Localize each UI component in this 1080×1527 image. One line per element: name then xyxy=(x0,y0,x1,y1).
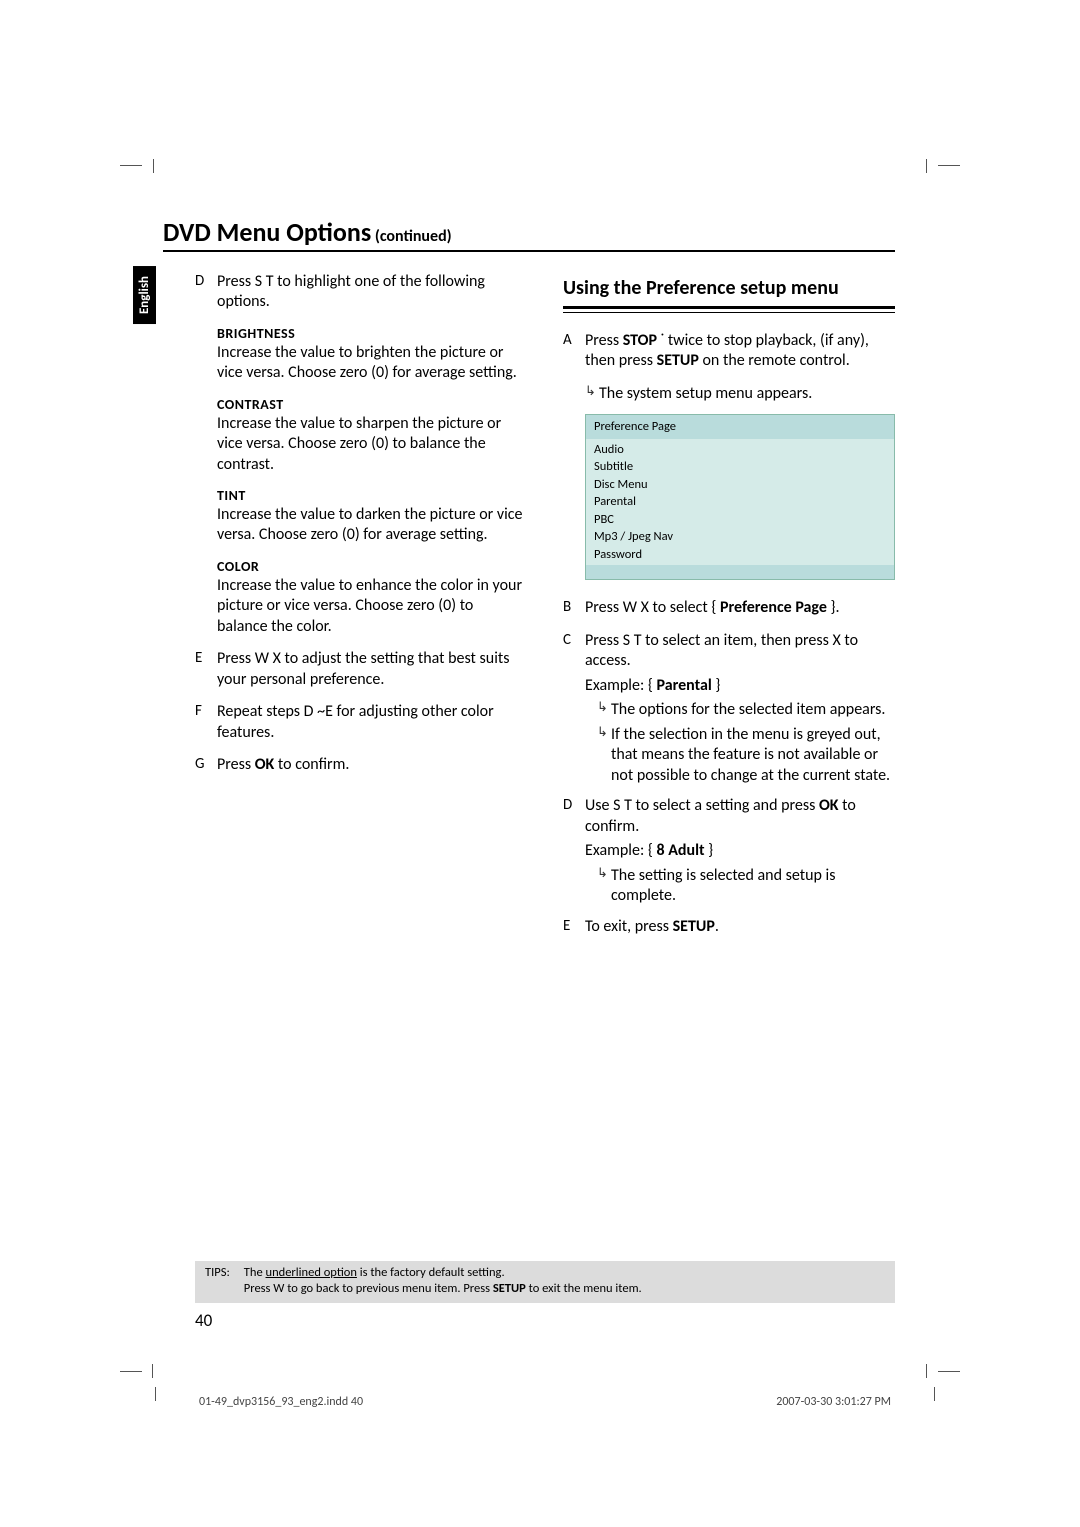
step-e-right: To exit, press SETUP. xyxy=(563,917,895,937)
option-text: Increase the value to brighten the pictu… xyxy=(217,343,527,384)
imprint-line: 01-49_dvp3156_93_eng2.indd 40 2007-03-30… xyxy=(195,1395,895,1409)
menu-item: Disc Menu xyxy=(594,476,894,494)
option-text: Increase the value to darken the picture… xyxy=(217,505,527,546)
example-line: Example: { 8 Adult } xyxy=(563,841,895,861)
txt-bold: OK xyxy=(819,796,839,815)
imprint-file: 01-49_dvp3156_93_eng2.indd 40 xyxy=(199,1395,363,1409)
crop-mark xyxy=(938,1371,960,1372)
crop-mark xyxy=(934,1387,935,1401)
result-line: The setting is selected and setup is com… xyxy=(563,866,895,907)
option-heading: TINT xyxy=(217,487,527,505)
txt: Press W to go back to previous menu item… xyxy=(244,1281,493,1296)
step-b: Press W X to select { Preference Page }. xyxy=(563,598,895,618)
option-heading: CONTRAST xyxy=(217,396,527,414)
example-line: Example: { Parental } xyxy=(563,676,895,696)
page-title-continued: (continued) xyxy=(375,227,452,246)
txt: D xyxy=(304,702,314,721)
txt: Use S T to select a setting and press xyxy=(585,796,819,815)
txt: . xyxy=(715,917,719,936)
txt-bold: Parental xyxy=(656,676,711,695)
menu-footer xyxy=(586,565,894,579)
crop-mark xyxy=(120,165,142,166)
tips-body: The underlined option is the factory def… xyxy=(244,1265,885,1298)
txt: Example: { xyxy=(585,841,656,860)
menu-item: Parental xyxy=(594,493,894,511)
menu-title: Preference Page xyxy=(586,415,894,439)
option-text: Increase the value to sharpen the pictur… xyxy=(217,414,527,475)
txt: }. xyxy=(827,598,840,617)
txt-bold: 8 Adult xyxy=(656,841,704,860)
option-brightness: BRIGHTNESS Increase the value to brighte… xyxy=(195,325,527,384)
rule xyxy=(563,306,895,309)
language-tab: English xyxy=(133,266,156,324)
step-c: Press S T to select an item, then press … xyxy=(563,631,895,672)
step-f: Repeat steps D ~E for adjusting other co… xyxy=(195,702,527,743)
txt: Press W X to select { xyxy=(585,598,720,617)
menu-item: Mp3 / Jpeg Nav xyxy=(594,528,894,546)
txt-bold: SETUP xyxy=(673,917,715,936)
option-contrast: CONTRAST Increase the value to sharpen t… xyxy=(195,396,527,475)
result-line: The system setup menu appears. xyxy=(563,384,895,404)
section-title: Using the Preference setup menu xyxy=(563,276,895,300)
right-column: Using the Preference setup menu Press ST… xyxy=(563,272,895,949)
option-text: Increase the value to enhance the color … xyxy=(217,576,527,637)
txt: } xyxy=(712,676,721,695)
txt: } xyxy=(705,841,714,860)
txt: ~ xyxy=(314,702,326,721)
tips-box: TIPS: The underlined option is the facto… xyxy=(195,1261,895,1304)
txt: Press S T to select an item, then press … xyxy=(585,631,858,670)
txt-bold: STOP xyxy=(623,331,657,350)
rule xyxy=(563,312,895,313)
txt: Example: { xyxy=(585,676,656,695)
tips-label: TIPS: xyxy=(205,1265,230,1298)
page-title: DVD Menu Options xyxy=(163,216,371,248)
txt: to exit the menu item. xyxy=(526,1281,642,1296)
step-g: Press OK to confirm. xyxy=(195,755,527,775)
txt: on the remote control. xyxy=(699,351,850,370)
txt: Press xyxy=(585,331,623,350)
option-heading: COLOR xyxy=(217,558,527,576)
option-heading: BRIGHTNESS xyxy=(217,325,527,343)
step-e: Press W X to adjust the setting that bes… xyxy=(195,649,527,690)
step-a: Press STOP ˙ twice to stop playback, (if… xyxy=(563,331,895,372)
preference-menu-screenshot: Preference Page Audio Subtitle Disc Menu… xyxy=(585,414,895,580)
txt-bold: OK xyxy=(255,755,275,774)
txt: The xyxy=(244,1265,266,1280)
option-color: COLOR Increase the value to enhance the … xyxy=(195,558,527,637)
txt: Press xyxy=(217,755,255,774)
menu-item: Subtitle xyxy=(594,458,894,476)
step-d-right: Use S T to select a setting and press OK… xyxy=(563,796,895,837)
imprint-timestamp: 2007-03-30 3:01:27 PM xyxy=(776,1395,891,1409)
menu-item: Password xyxy=(594,546,894,564)
txt-bold: SETUP xyxy=(493,1281,526,1296)
txt: is the factory default setting. xyxy=(357,1265,505,1280)
txt-underline: underlined option xyxy=(266,1265,357,1280)
menu-item: Audio xyxy=(594,441,894,459)
page-content: DVD Menu Options (continued) English Pre… xyxy=(195,216,895,1337)
menu-items: Audio Subtitle Disc Menu Parental PBC Mp… xyxy=(586,439,894,566)
page-heading: DVD Menu Options (continued) xyxy=(163,216,895,252)
crop-mark xyxy=(938,165,960,166)
txt: Repeat steps xyxy=(217,702,304,721)
txt: to confirm. xyxy=(274,755,349,774)
txt-bold: Preference Page xyxy=(720,598,827,617)
result-line: The options for the selected item appear… xyxy=(563,700,895,720)
crop-mark xyxy=(155,1387,156,1401)
menu-item: PBC xyxy=(594,511,894,529)
crop-mark xyxy=(120,1371,142,1372)
page-number: 40 xyxy=(195,1310,212,1331)
left-column: Press S T to highlight one of the follow… xyxy=(195,272,527,949)
txt-bold: SETUP xyxy=(657,351,699,370)
step-d: Press S T to highlight one of the follow… xyxy=(195,272,527,313)
result-line: If the selection in the menu is greyed o… xyxy=(563,725,895,786)
txt: E xyxy=(325,702,333,721)
txt: To exit, press xyxy=(585,917,673,936)
option-tint: TINT Increase the value to darken the pi… xyxy=(195,487,527,546)
